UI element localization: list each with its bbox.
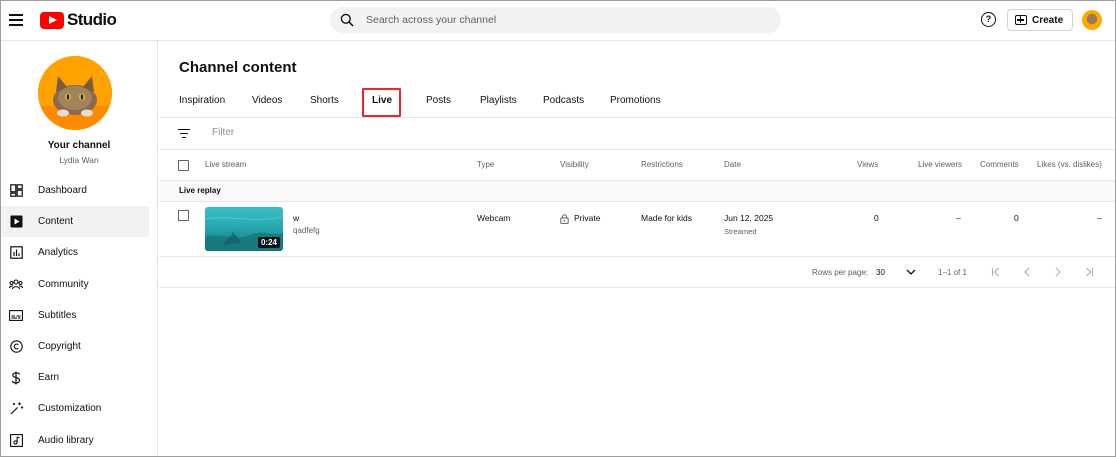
logo-text: Studio	[67, 10, 117, 29]
channel-avatar[interactable]	[38, 56, 112, 130]
column-header: Live viewers	[918, 160, 963, 169]
tab-inspiration[interactable]: Inspiration	[179, 95, 225, 106]
earn-icon	[9, 371, 23, 385]
create-label: Create	[1032, 14, 1064, 26]
column-header: Restrictions	[641, 160, 683, 169]
tab-posts[interactable]: Posts	[426, 95, 451, 106]
lock-icon	[560, 213, 569, 224]
dashboard-icon	[9, 184, 23, 198]
sidebar-item-label: Customization	[38, 403, 102, 415]
sidebar-item-content[interactable]: Content	[0, 206, 149, 238]
sidebar-item-dashboard[interactable]: Dashboard	[0, 175, 158, 206]
video-thumbnail[interactable]: 0:24	[205, 207, 283, 251]
table-header: Live stream Type Visibility Restrictions…	[159, 150, 1116, 181]
page-range: 1–1 of 1	[938, 268, 967, 277]
chevron-down-icon[interactable]	[904, 265, 918, 279]
sidebar-item-label: Dashboard	[38, 185, 87, 197]
sidebar-item-label: Audio library	[38, 434, 94, 446]
community-icon	[9, 277, 23, 291]
cell-visibility[interactable]: Private	[560, 213, 600, 224]
table-row[interactable]: 0:24 w qadfefg Webcam Private Made for k…	[159, 202, 1116, 257]
cell-live-viewers: –	[956, 213, 961, 223]
column-header: Live stream	[205, 160, 247, 169]
create-button[interactable]: Create	[1007, 9, 1074, 31]
last-page-icon[interactable]	[1082, 265, 1096, 279]
previous-page-icon[interactable]	[1020, 265, 1034, 279]
subtitles-icon	[9, 308, 23, 322]
sidebar-item-label: Subtitles	[38, 309, 77, 321]
analytics-icon	[9, 246, 23, 260]
help-icon[interactable]: ?	[981, 12, 996, 27]
cell-comments: 0	[1014, 213, 1019, 223]
first-page-icon[interactable]	[989, 265, 1003, 279]
column-header: Date	[724, 160, 741, 169]
page-title: Channel content	[179, 59, 297, 76]
account-avatar[interactable]	[1082, 10, 1102, 30]
sidebar-item-label: Earn	[38, 372, 60, 384]
channel-name: Your channel	[47, 140, 111, 151]
main-content: Channel content Inspiration Videos Short…	[159, 41, 1116, 457]
hamburger-menu-icon[interactable]	[9, 11, 25, 29]
audio-library-icon	[9, 433, 23, 447]
duration-badge: 0:24	[257, 237, 280, 248]
rows-per-page-label: Rows per page:	[812, 268, 869, 277]
cell-restrictions: Made for kids	[641, 213, 693, 223]
tab-podcasts[interactable]: Podcasts	[543, 95, 584, 106]
cell-date: Jun 12, 2025	[724, 213, 774, 223]
filter-input[interactable]	[212, 127, 512, 138]
sidebar-item-audio-library[interactable]: Audio library	[0, 425, 158, 456]
column-header: Views	[857, 160, 879, 169]
sidebar-item-earn[interactable]: Earn	[0, 362, 158, 393]
group-label: Live replay	[179, 186, 221, 195]
tab-promotions[interactable]: Promotions	[610, 95, 661, 106]
group-header: Live replay	[159, 181, 1116, 202]
filter-icon[interactable]	[178, 129, 190, 139]
tab-live[interactable]: Live	[372, 95, 392, 106]
cell-views: 0	[874, 213, 879, 223]
customization-icon	[9, 402, 23, 416]
search-icon[interactable]	[340, 7, 368, 33]
sidebar-item-community[interactable]: Community	[0, 269, 158, 300]
sidebar-item-label: Content	[38, 216, 74, 228]
sidebar: Your channel Lydia Wan Dashboard Content…	[0, 41, 158, 457]
row-checkbox[interactable]	[178, 210, 189, 221]
video-title[interactable]: w	[293, 213, 299, 223]
column-header: Visibility	[560, 160, 589, 169]
copyright-icon	[9, 340, 23, 354]
filter-bar	[159, 119, 1116, 150]
cell-date-sub: Streamed	[724, 227, 757, 236]
column-header: Type	[477, 160, 495, 169]
sidebar-item-copyright[interactable]: Copyright	[0, 331, 158, 362]
video-description: qadfefg	[293, 226, 320, 235]
next-page-icon[interactable]	[1051, 265, 1065, 279]
search-bar[interactable]	[330, 7, 781, 33]
tab-shorts[interactable]: Shorts	[310, 95, 339, 106]
column-header: Likes (vs. dislikes)	[1037, 160, 1102, 169]
create-video-icon	[1015, 15, 1027, 25]
tab-videos[interactable]: Videos	[252, 95, 282, 106]
search-input[interactable]	[366, 14, 746, 26]
cell-type: Webcam	[477, 213, 511, 223]
youtube-play-icon	[40, 11, 64, 29]
sidebar-nav: Dashboard Content Analytics Community Su…	[0, 175, 158, 456]
pagination: Rows per page: 30 1–1 of 1	[159, 257, 1116, 288]
channel-user-name: Lydia Wan	[59, 155, 99, 165]
sidebar-item-label: Community	[38, 278, 89, 290]
sidebar-item-analytics[interactable]: Analytics	[0, 237, 158, 268]
studio-logo[interactable]: Studio	[40, 10, 117, 30]
sidebar-item-label: Analytics	[38, 247, 79, 259]
tab-playlists[interactable]: Playlists	[480, 95, 517, 106]
visibility-label: Private	[574, 213, 601, 223]
sidebar-item-customization[interactable]: Customization	[0, 393, 158, 424]
select-all-checkbox[interactable]	[178, 160, 189, 171]
cell-likes: –	[1097, 213, 1102, 223]
content-tabs: Inspiration Videos Shorts Live Posts Pla…	[159, 88, 1116, 118]
content-icon	[9, 215, 23, 229]
column-header: Comments	[980, 160, 1019, 169]
top-bar: Studio ? Create	[0, 0, 1116, 41]
sidebar-item-subtitles[interactable]: Subtitles	[0, 300, 158, 331]
sidebar-item-label: Copyright	[38, 341, 81, 353]
rows-per-page-select[interactable]: 30	[876, 268, 885, 277]
